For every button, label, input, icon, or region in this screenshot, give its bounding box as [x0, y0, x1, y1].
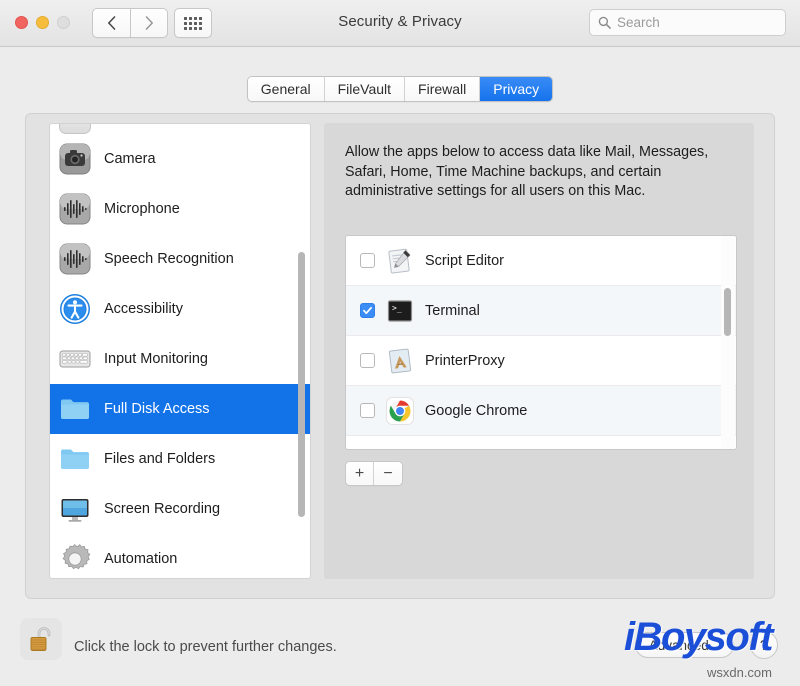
svg-text:>_: >_ — [392, 303, 402, 312]
sidebar-item-label: Input Monitoring — [104, 350, 208, 367]
sidebar-item-label: Files and Folders — [104, 450, 216, 467]
app-checkbox[interactable] — [360, 253, 375, 268]
privacy-category-sidebar[interactable]: Camera Microphone Speech Recognition Acc… — [49, 123, 311, 579]
app-checkbox[interactable] — [360, 403, 375, 418]
app-checkbox[interactable] — [360, 303, 375, 318]
sidebar-item-label: Microphone — [104, 200, 180, 217]
tab-general[interactable]: General — [247, 77, 325, 101]
chrome-icon — [386, 396, 414, 425]
sidebar-item-label: Speech Recognition — [104, 250, 234, 267]
tab-filevault[interactable]: FileVault — [324, 77, 406, 101]
watermark-url: wsxdn.com — [706, 665, 772, 680]
app-checkbox[interactable] — [360, 353, 375, 368]
table-row[interactable]: >_ Terminal — [346, 286, 736, 336]
sidebar-item-label: Automation — [104, 550, 178, 567]
sidebar-scrollbar[interactable] — [295, 124, 308, 578]
app-name: Terminal — [425, 302, 480, 319]
microphone-icon — [59, 193, 91, 225]
sidebar-scroll-area: Camera Microphone Speech Recognition Acc… — [50, 124, 310, 578]
sidebar-item-label: Screen Recording — [104, 500, 221, 517]
table-row[interactable]: Script Editor — [346, 236, 736, 286]
folder-icon — [59, 393, 91, 425]
sidebar-scrollbar-thumb[interactable] — [298, 252, 305, 517]
accessibility-icon — [59, 293, 91, 325]
app-list-scrollbar[interactable] — [721, 236, 735, 449]
table-row[interactable]: PrinterProxy — [346, 336, 736, 386]
help-button[interactable]: ? — [750, 631, 778, 659]
terminal-icon: >_ — [386, 297, 414, 325]
tab-group: General FileVault Firewall Privacy — [246, 76, 554, 102]
advanced-button[interactable]: Advanced... — [634, 632, 734, 658]
tab-privacy[interactable]: Privacy — [480, 77, 553, 101]
sidebar-item-camera[interactable]: Camera — [50, 134, 310, 184]
sidebar-item-partial-above[interactable] — [50, 124, 310, 134]
display-icon — [59, 493, 91, 525]
unlocked-padlock-icon — [30, 627, 51, 651]
privacy-content-panel: Camera Microphone Speech Recognition Acc… — [25, 113, 775, 599]
sidebar-item-full-disk-access[interactable]: Full Disk Access — [50, 384, 310, 434]
table-row[interactable]: Google Chrome — [346, 386, 736, 436]
speech-waveform-icon — [59, 243, 91, 275]
sidebar-item-label: Accessibility — [104, 300, 183, 317]
allowed-apps-list[interactable]: Script Editor >_ Terminal PrinterProxy G… — [345, 235, 737, 450]
sidebar-item-automation[interactable]: Automation — [50, 534, 310, 578]
camera-icon — [59, 143, 91, 175]
sidebar-item-speech-recognition[interactable]: Speech Recognition — [50, 234, 310, 284]
tab-firewall[interactable]: Firewall — [405, 77, 481, 101]
printer-proxy-icon — [386, 347, 414, 375]
script-editor-icon — [386, 247, 414, 275]
keyboard-icon — [59, 343, 91, 375]
app-name: Google Chrome — [425, 402, 528, 419]
gear-icon — [59, 543, 91, 575]
window-titlebar: Security & Privacy — [0, 0, 800, 47]
remove-app-button[interactable]: − — [374, 462, 402, 485]
lock-hint-text: Click the lock to prevent further change… — [74, 639, 337, 655]
search-icon — [598, 16, 611, 29]
search-input[interactable] — [617, 15, 777, 30]
app-name: Script Editor — [425, 252, 504, 269]
checkmark-icon — [363, 306, 372, 315]
partial-category-icon — [59, 124, 91, 134]
app-list-scrollbar-thumb[interactable] — [724, 288, 731, 336]
full-disk-access-pane: Allow the apps below to access data like… — [324, 123, 754, 579]
sidebar-item-label: Full Disk Access — [104, 400, 210, 417]
sidebar-item-screen-recording[interactable]: Screen Recording — [50, 484, 310, 534]
sidebar-item-files-and-folders[interactable]: Files and Folders — [50, 434, 310, 484]
app-name: PrinterProxy — [425, 352, 505, 369]
sidebar-item-accessibility[interactable]: Accessibility — [50, 284, 310, 334]
folder-icon — [59, 443, 91, 475]
add-remove-app-controls: + − — [345, 461, 403, 486]
search-field[interactable] — [589, 9, 786, 36]
sidebar-item-input-monitoring[interactable]: Input Monitoring — [50, 334, 310, 384]
pane-description: Allow the apps below to access data like… — [345, 144, 709, 199]
sidebar-item-microphone[interactable]: Microphone — [50, 184, 310, 234]
lock-button[interactable] — [20, 618, 62, 660]
add-app-button[interactable]: + — [346, 462, 374, 485]
sidebar-item-label: Camera — [104, 150, 156, 167]
preference-tabbar: General FileVault Firewall Privacy — [0, 76, 800, 102]
security-privacy-window: Security & Privacy General FileVault Fir… — [0, 0, 800, 686]
